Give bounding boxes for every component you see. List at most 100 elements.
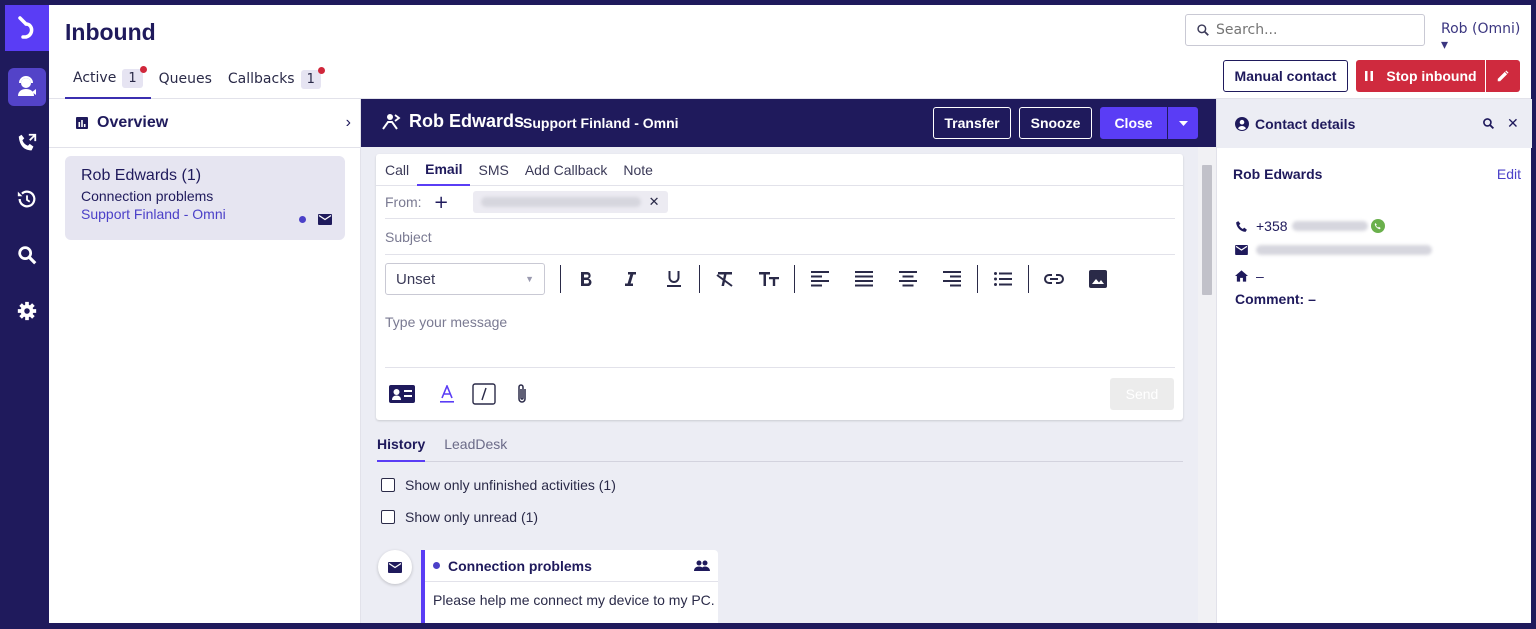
contact-phone[interactable]: +358 <box>1235 218 1385 234</box>
checkbox-box[interactable] <box>381 478 395 492</box>
underline-icon[interactable] <box>652 263 696 295</box>
message-body-input[interactable]: Type your message <box>385 314 507 330</box>
attachment-icon[interactable] <box>513 379 531 409</box>
unfinished-activities-checkbox[interactable]: Show only unfinished activities (1) <box>381 477 616 493</box>
email-icon <box>318 214 332 225</box>
activity-body: Please help me connect my device to my P… <box>433 592 715 608</box>
manual-contact-button[interactable]: Manual contact <box>1223 60 1348 92</box>
activity-type-email-icon <box>378 550 412 584</box>
tab-callbacks[interactable]: Callbacks 1 <box>220 59 329 99</box>
email-icon <box>1235 245 1248 255</box>
bar-chart-icon <box>76 117 88 129</box>
card-queue: Support Finland - Omni <box>81 206 226 222</box>
conversation-transfer-icon <box>382 114 401 130</box>
user-menu[interactable]: Rob (Omni) ▾ <box>1441 21 1531 53</box>
tab-sms[interactable]: SMS <box>470 154 516 186</box>
align-center-icon[interactable] <box>886 263 930 295</box>
image-icon[interactable] <box>1076 263 1120 295</box>
main-tabs: Active 1 Queues Callbacks 1 <box>65 59 329 99</box>
link-icon[interactable] <box>1032 263 1076 295</box>
outbound-call-icon[interactable] <box>5 121 49 165</box>
activity-header: Connection problems <box>425 550 718 582</box>
sender-chip[interactable]: ✕ <box>472 191 668 213</box>
conversation-contact-name: Rob Edwards <box>409 111 525 131</box>
snooze-button[interactable]: Snooze <box>1019 107 1092 139</box>
align-left-icon[interactable] <box>798 263 842 295</box>
text-size-icon[interactable] <box>747 263 791 295</box>
search-icon[interactable] <box>5 233 49 277</box>
stop-inbound-button[interactable]: Stop inbound <box>1356 60 1485 92</box>
conversation-panel: Rob Edwards Support Finland - Omni Trans… <box>361 99 1216 623</box>
close-button[interactable]: Close <box>1100 107 1167 139</box>
activity-title: Connection problems <box>448 557 592 574</box>
redacted-phone <box>1291 221 1368 231</box>
close-icon[interactable]: ✕ <box>1507 115 1519 132</box>
unread-only-checkbox[interactable]: Show only unread (1) <box>381 509 538 525</box>
activity-card[interactable]: Connection problems Please help me conne… <box>421 550 718 623</box>
tab-active[interactable]: Active 1 <box>65 59 151 99</box>
tab-queues[interactable]: Queues <box>151 59 220 99</box>
format-toolbar: Unset ▼ <box>385 262 1120 296</box>
settings-gear-icon[interactable] <box>5 289 49 333</box>
align-justify-icon[interactable] <box>842 263 886 295</box>
tab-history[interactable]: History <box>377 436 426 462</box>
italic-icon[interactable] <box>608 263 652 295</box>
search-box[interactable] <box>1185 14 1425 46</box>
scrollbar-thumb[interactable] <box>1202 165 1212 295</box>
tab-email[interactable]: Email <box>417 154 471 186</box>
bullet-list-icon[interactable] <box>981 263 1025 295</box>
bold-icon[interactable] <box>564 263 608 295</box>
align-right-icon[interactable] <box>930 263 974 295</box>
from-label: From: <box>385 194 422 210</box>
search-icon <box>1197 24 1209 36</box>
edit-contact-link[interactable]: Edit <box>1497 166 1521 182</box>
checkbox-label: Show only unread (1) <box>405 509 539 525</box>
contact-comment: Comment: – <box>1235 291 1316 307</box>
format-select[interactable]: Unset ▼ <box>385 263 545 295</box>
tab-add-callback[interactable]: Add Callback <box>517 154 616 186</box>
subject-row[interactable]: Subject <box>385 219 1175 255</box>
card-contact-name: Rob Edwards (1) <box>81 167 202 184</box>
tab-callbacks-count: 1 <box>300 66 325 89</box>
add-sender-icon[interactable]: + <box>434 192 449 213</box>
stop-inbound-label: Stop inbound <box>1386 68 1477 84</box>
contact-card-icon[interactable] <box>389 379 415 409</box>
checkbox-box[interactable] <box>381 510 395 524</box>
search-input[interactable] <box>1216 22 1406 38</box>
send-button[interactable]: Send <box>1110 378 1174 410</box>
slash-command-icon[interactable] <box>472 379 496 409</box>
scrollbar[interactable] <box>1198 147 1216 623</box>
contact-details-title: Contact details <box>1255 115 1356 132</box>
whatsapp-icon[interactable] <box>1370 219 1385 233</box>
format-select-value: Unset <box>396 270 436 288</box>
subject-input[interactable]: Subject <box>385 229 432 245</box>
overview-link[interactable]: Overview › <box>49 99 361 148</box>
close-options-button[interactable] <box>1168 107 1198 139</box>
tab-leaddesk[interactable]: LeadDesk <box>444 436 507 462</box>
conversation-queue: Support Finland - Omni <box>523 115 679 131</box>
redacted-email <box>1256 245 1432 255</box>
app-logo[interactable] <box>5 5 49 51</box>
agent-inbound-icon[interactable] <box>8 68 46 106</box>
remove-sender-icon[interactable]: ✕ <box>649 195 660 210</box>
tab-callbacks-label: Callbacks <box>227 71 295 87</box>
select-caret-icon: ▼ <box>525 274 534 284</box>
tab-call[interactable]: Call <box>385 154 417 186</box>
tab-note[interactable]: Note <box>615 154 661 186</box>
phone-number: +358 <box>1256 218 1288 234</box>
page-title: Inbound <box>65 19 156 45</box>
conversation-card[interactable]: Rob Edwards (1) Connection problems Supp… <box>65 156 345 240</box>
participants-icon <box>694 560 710 571</box>
contact-email[interactable] <box>1235 245 1432 255</box>
edit-status-button[interactable] <box>1486 60 1520 92</box>
conversation-header: Rob Edwards Support Finland - Omni Trans… <box>361 99 1216 147</box>
card-subject: Connection problems <box>81 188 214 204</box>
transfer-button[interactable]: Transfer <box>933 107 1011 139</box>
clear-format-icon[interactable] <box>703 263 747 295</box>
account-circle-icon <box>1235 116 1249 131</box>
unread-dot <box>299 216 306 223</box>
search-icon[interactable] <box>1482 117 1495 130</box>
home-icon <box>1235 270 1248 282</box>
history-icon[interactable] <box>5 177 49 221</box>
text-color-icon[interactable] <box>437 379 457 409</box>
